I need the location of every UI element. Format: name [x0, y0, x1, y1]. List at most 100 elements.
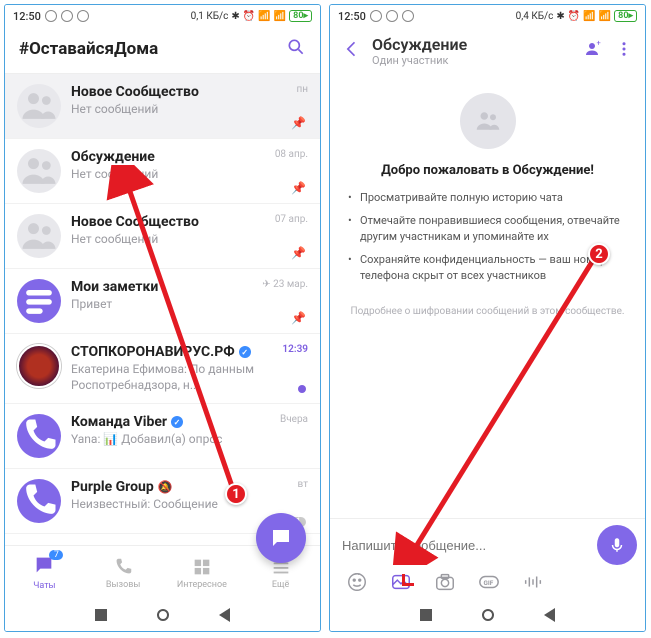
- chat-subtitle: Один участник: [372, 54, 573, 67]
- status-icon-2: [61, 10, 73, 22]
- community-avatar-icon: [17, 214, 61, 258]
- chat-subtitle: Привет: [71, 297, 308, 313]
- status-time: 12:50: [13, 10, 41, 23]
- status-icon-3: [402, 10, 414, 22]
- chat-title: Обсуждение: [372, 35, 573, 54]
- chat-list: Новое Сообщество Нет сообщений пн 📌 Обсу…: [5, 74, 320, 545]
- welcome-bullet: Просматривайте полную историю чата: [348, 190, 627, 207]
- gif-icon[interactable]: GIF: [476, 569, 502, 595]
- status-net: 0,4 КБ/с: [516, 11, 554, 22]
- svg-text:+: +: [597, 40, 601, 47]
- chat-time: пн: [296, 84, 308, 95]
- chat-header: Обсуждение Один участник +: [330, 27, 645, 77]
- recent-apps-button[interactable]: [420, 609, 432, 621]
- status-time: 12:50: [338, 10, 366, 23]
- message-input[interactable]: [338, 532, 591, 559]
- add-user-icon[interactable]: +: [583, 40, 601, 62]
- welcome-bullet: Сохраняйте конфиденциальность — ваш номе…: [348, 252, 627, 285]
- nav-interesting-label: Интересное: [177, 580, 227, 590]
- chat-item-stopcorona[interactable]: СТОПКОРОНАВИРУС.РФ Екатерина Ефимова: По…: [5, 334, 320, 404]
- chat-title: Команда Viber: [71, 414, 308, 430]
- welcome-panel: Добро пожаловать в Обсуждение! Просматри…: [330, 77, 645, 518]
- annotation-badge-1: 1: [225, 483, 247, 505]
- status-net: 0,1 КБ/с: [191, 11, 229, 22]
- camera-icon[interactable]: [432, 569, 458, 595]
- annotation-corner-indicator: [402, 574, 414, 586]
- chat-title: СТОПКОРОНАВИРУС.РФ: [71, 344, 308, 360]
- back-button[interactable]: [544, 608, 555, 622]
- composer: GIF: [330, 518, 645, 599]
- chat-title: Purple Group 🔕: [71, 479, 308, 495]
- recent-apps-button[interactable]: [95, 609, 107, 621]
- chat-time: 07 апр.: [275, 214, 308, 225]
- chat-time: ✈ 23 мар.: [262, 279, 308, 290]
- back-icon[interactable]: [342, 39, 362, 63]
- chat-subtitle: Yana: 📊 Добавил(а) опрос: [71, 432, 308, 448]
- chat-item-new-community-2[interactable]: Новое Сообщество Нет сообщений 07 апр. 📌: [5, 204, 320, 269]
- annotation-badge-2: 2: [588, 243, 610, 265]
- chats-header: #ОставайсяДома: [5, 27, 320, 74]
- verified-icon: [171, 416, 183, 428]
- wifi-icon: 📶: [274, 11, 286, 22]
- pin-icon: 📌: [291, 311, 306, 325]
- audio-wave-icon[interactable]: [520, 569, 546, 595]
- chat-time: 08 апр.: [275, 149, 308, 160]
- chat-item-discussion[interactable]: Обсуждение Нет сообщений 08 апр. 📌: [5, 139, 320, 204]
- more-icon[interactable]: [615, 40, 633, 62]
- chat-title: Новое Сообщество: [71, 214, 308, 230]
- verified-icon: [239, 346, 251, 358]
- chat-time: вт: [298, 479, 308, 490]
- chat-subtitle: Нет сообщений: [71, 167, 308, 183]
- chat-subtitle: Екатерина Ефимова: По данным Роспотребна…: [71, 362, 308, 393]
- status-bar: 12:50 0,4 КБ/с ✱ ⏰ 📶 📶 80▸: [330, 5, 645, 27]
- alarm-icon: ⏰: [568, 11, 580, 22]
- encryption-note: Подробнее о шифровании сообщений в этом …: [350, 305, 624, 319]
- signal-icon: 📶: [258, 11, 270, 22]
- bluetooth-icon: ✱: [556, 11, 564, 22]
- chat-title: Новое Сообщество: [71, 84, 308, 100]
- android-nav: [5, 599, 320, 631]
- chat-item-new-community-1[interactable]: Новое Сообщество Нет сообщений пн 📌: [5, 74, 320, 139]
- compose-fab[interactable]: [256, 513, 306, 563]
- nav-more-label: Ещё: [272, 580, 289, 590]
- nav-chats-label: Чаты: [33, 581, 55, 591]
- nav-calls-label: Вызовы: [106, 580, 140, 590]
- nav-chats[interactable]: 7 Чаты: [5, 546, 84, 599]
- chat-subtitle: Неизвестный: Сообщение: [71, 497, 308, 513]
- nav-interesting[interactable]: Интересное: [163, 546, 242, 599]
- search-icon[interactable]: [286, 37, 306, 61]
- chat-item-viber-team[interactable]: Команда Viber Yana: 📊 Добавил(а) опрос В…: [5, 404, 320, 469]
- pin-icon: 📌: [291, 246, 306, 260]
- battery-icon: 80▸: [614, 10, 637, 22]
- chat-item-my-notes[interactable]: Мои заметки Привет ✈ 23 мар. 📌: [5, 269, 320, 334]
- viber-avatar-icon: [17, 479, 61, 523]
- signal-icon: 📶: [583, 11, 595, 22]
- nav-calls[interactable]: Вызовы: [84, 546, 163, 599]
- status-icon-2: [386, 10, 398, 22]
- notes-avatar-icon: [17, 279, 61, 323]
- pin-icon: 📌: [291, 181, 306, 195]
- viber-avatar-icon: [17, 414, 61, 458]
- community-avatar-icon: [17, 84, 61, 128]
- pin-icon: 📌: [291, 116, 306, 130]
- status-icon-3: [77, 10, 89, 22]
- status-icon-1: [45, 10, 57, 22]
- chat-subtitle: Нет сообщений: [71, 232, 308, 248]
- mic-button[interactable]: [597, 525, 637, 565]
- home-button[interactable]: [482, 609, 494, 621]
- sticker-icon[interactable]: [344, 569, 370, 595]
- covid-avatar-icon: [17, 344, 61, 388]
- bluetooth-icon: ✱: [231, 11, 239, 22]
- home-button[interactable]: [157, 609, 169, 621]
- back-button[interactable]: [219, 608, 230, 622]
- android-nav: [330, 599, 645, 631]
- chats-badge: 7: [49, 550, 63, 560]
- chat-title: Обсуждение: [71, 149, 308, 165]
- welcome-bullets: Просматривайте полную историю чата Отмеч…: [348, 190, 627, 291]
- phone-left: 12:50 0,1 КБ/с ✱ ⏰ 📶 📶 80▸ #ОставайсяДом…: [4, 4, 321, 632]
- svg-text:GIF: GIF: [484, 579, 494, 587]
- status-bar: 12:50 0,1 КБ/с ✱ ⏰ 📶 📶 80▸: [5, 5, 320, 27]
- community-avatar-icon: [17, 149, 61, 193]
- phone-right: 12:50 0,4 КБ/с ✱ ⏰ 📶 📶 80▸ Обсуждение Од…: [329, 4, 646, 632]
- community-placeholder-icon: [460, 93, 516, 149]
